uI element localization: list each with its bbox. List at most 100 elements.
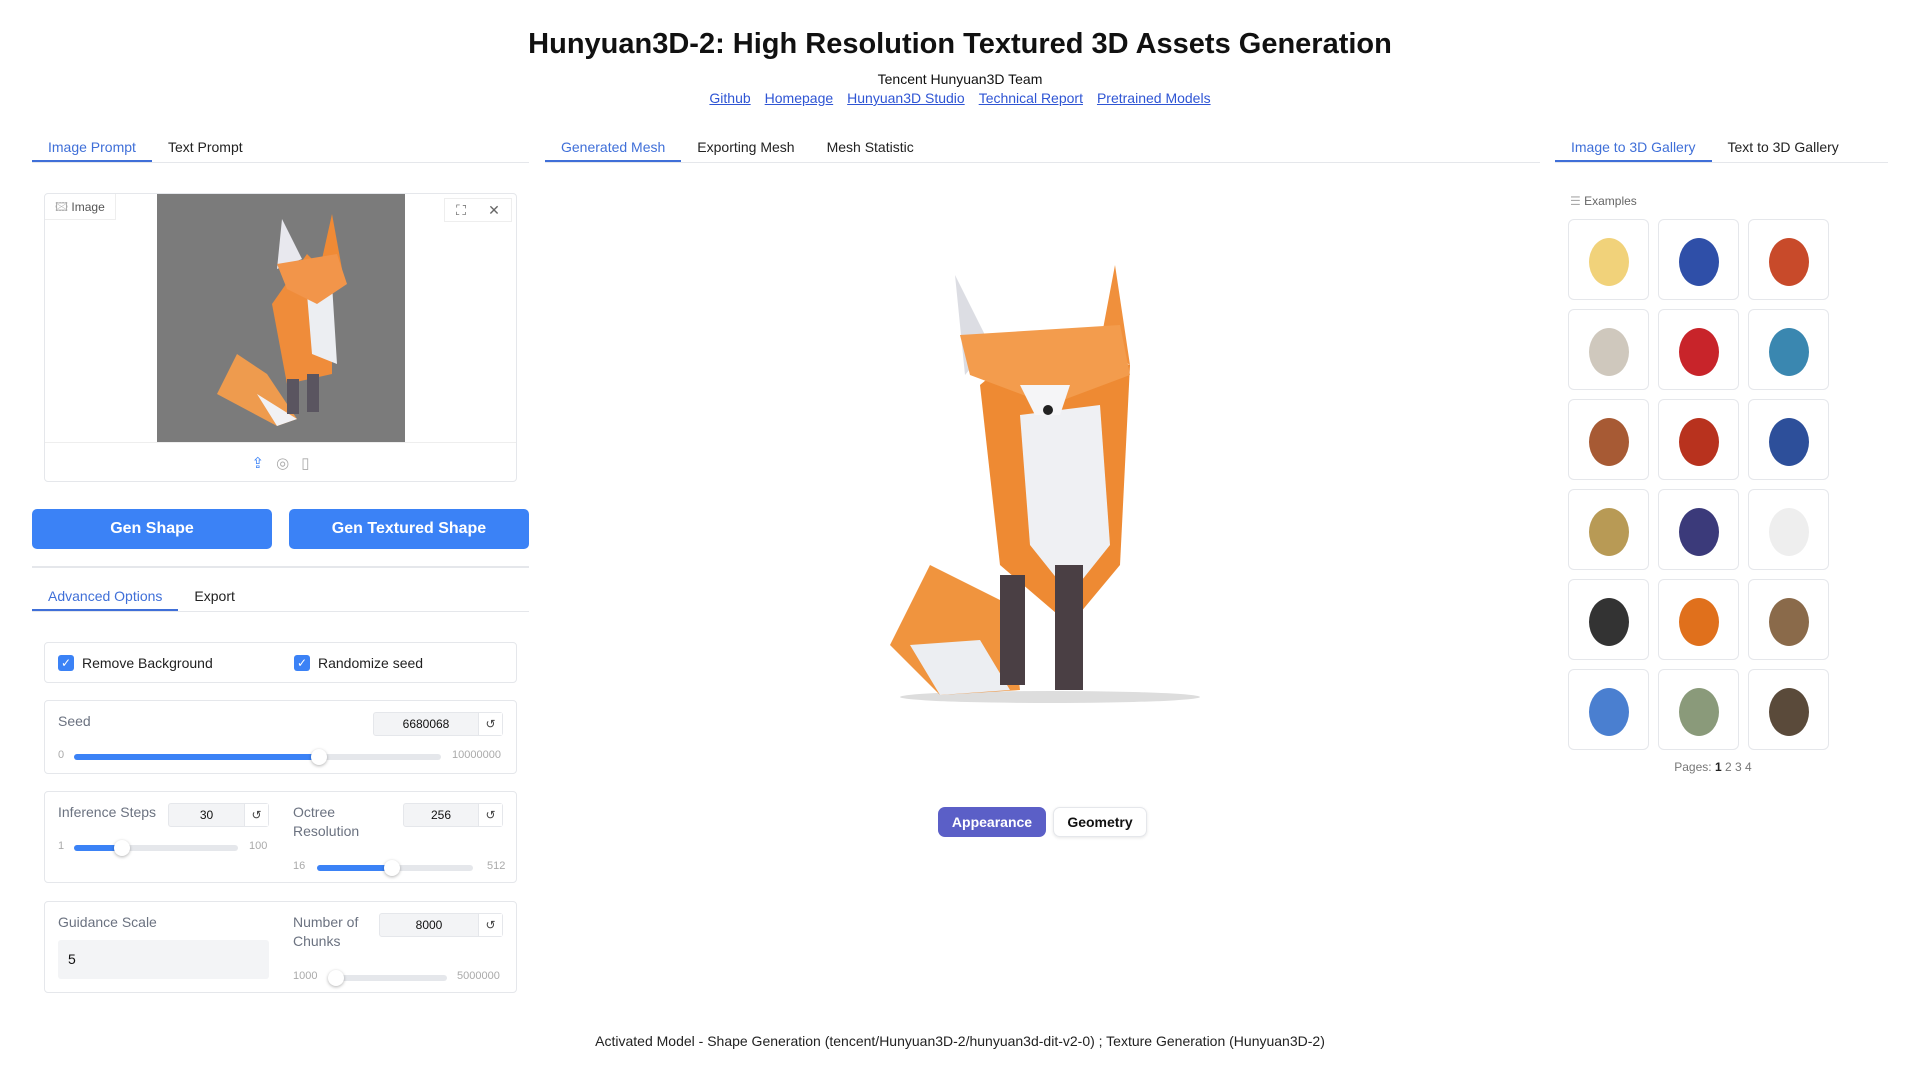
pumpkin-thumbnail [1678, 597, 1719, 646]
witch-hat-thumbnail [1678, 507, 1719, 556]
tab-text-to-3d-gallery[interactable]: Text to 3D Gallery [1712, 133, 1855, 162]
close-icon[interactable]: ✕ [488, 202, 500, 219]
tree-orb-thumbnail [1768, 687, 1809, 736]
chunks-reset-icon[interactable]: ↺ [478, 914, 502, 936]
3d-fox-viewer[interactable] [870, 265, 1230, 710]
webcam-icon[interactable]: ◎ [276, 454, 289, 472]
tab-export[interactable]: Export [178, 582, 250, 611]
horse-thumbnail [1678, 417, 1719, 466]
guidance-scale-label: Guidance Scale [58, 914, 157, 930]
link-pretrained-models[interactable]: Pretrained Models [1097, 90, 1211, 106]
appearance-button[interactable]: Appearance [938, 807, 1046, 837]
example-bust[interactable] [1568, 309, 1649, 390]
slider-fill [317, 865, 392, 871]
inference-steps-label: Inference Steps [58, 804, 157, 820]
lamp-post-thumbnail [1588, 597, 1629, 646]
option-tabs: Advanced Options Export [32, 582, 529, 612]
link-homepage[interactable]: Homepage [765, 90, 834, 106]
example-penguin[interactable] [1568, 219, 1649, 300]
example-stitch[interactable] [1568, 669, 1649, 750]
inference-steps-input[interactable]: 30 ↺ [168, 803, 269, 827]
randomize-seed-label: Randomize seed [318, 655, 424, 671]
checkbox-panel: ✓ Remove Background ✓ Randomize seed [44, 642, 517, 683]
examples-header: ☰ Examples [1570, 194, 1637, 208]
octree-max: 512 [487, 860, 506, 872]
tab-advanced-options[interactable]: Advanced Options [32, 582, 179, 611]
tab-mesh-statistic[interactable]: Mesh Statistic [811, 133, 930, 162]
page-3[interactable]: 3 [1735, 760, 1742, 774]
footer-status: Activated Model - Shape Generation (tenc… [595, 1033, 1325, 1049]
upload-icon[interactable]: ⇪ [252, 454, 265, 472]
dragon-thumbnail [1768, 507, 1809, 556]
octree-resolution-slider[interactable] [317, 860, 473, 876]
bust-thumbnail [1588, 327, 1629, 376]
gen-shape-button[interactable]: Gen Shape [32, 509, 272, 549]
example-train[interactable] [1568, 399, 1649, 480]
revolver-thumbnail [1768, 417, 1809, 466]
octree-label-line1: Octree [293, 804, 336, 820]
staff-thumbnail [1588, 507, 1629, 556]
example-lamp-post[interactable] [1568, 579, 1649, 660]
chunks-input[interactable]: 8000 ↺ [379, 913, 503, 937]
example-revolver[interactable] [1748, 399, 1829, 480]
example-seahorse[interactable] [1748, 309, 1829, 390]
divider [32, 566, 529, 568]
example-pirate[interactable] [1748, 219, 1829, 300]
example-witch-hat[interactable] [1658, 489, 1739, 570]
example-tree-orb[interactable] [1748, 669, 1829, 750]
example-house[interactable] [1658, 219, 1739, 300]
remove-background-checkbox[interactable]: ✓ [58, 655, 74, 671]
mesh-tabs: Generated Mesh Exporting Mesh Mesh Stati… [545, 133, 1540, 163]
octree-reset-icon[interactable]: ↺ [478, 804, 502, 826]
example-pumpkin[interactable] [1658, 579, 1739, 660]
randomize-seed-checkbox[interactable]: ✓ [294, 655, 310, 671]
gen-textured-shape-button[interactable]: Gen Textured Shape [289, 509, 529, 549]
seahorse-thumbnail [1768, 327, 1809, 376]
tab-text-prompt[interactable]: Text Prompt [152, 133, 259, 162]
octree-resolution-input[interactable]: 256 ↺ [403, 803, 503, 827]
page-4[interactable]: 4 [1745, 760, 1752, 774]
slider-thumb[interactable] [328, 970, 345, 986]
example-eagle[interactable] [1748, 579, 1829, 660]
slider-thumb[interactable] [311, 749, 328, 765]
chunks-label-line1: Number of [293, 914, 359, 930]
inference-steps-slider[interactable] [74, 840, 238, 856]
seed-input[interactable]: 6680068 ↺ [373, 712, 503, 736]
example-dragon[interactable] [1748, 489, 1829, 570]
santa-thumbnail [1678, 327, 1719, 376]
page-1[interactable]: 1 [1715, 760, 1722, 774]
link-studio[interactable]: Hunyuan3D Studio [847, 90, 965, 106]
slider-thumb[interactable] [113, 840, 130, 856]
slider-thumb[interactable] [383, 860, 400, 876]
octree-label-line2: Resolution [293, 823, 360, 839]
seed-panel: Seed 6680068 ↺ 0 10000000 [44, 700, 517, 774]
octree-min: 16 [293, 860, 306, 872]
train-thumbnail [1588, 417, 1629, 466]
image-upload[interactable]: 🖾 Image ⛶ ✕ ⇪ ◎ ▯ [44, 193, 517, 482]
steps-octree-panel: Inference Steps 30 ↺ 1 100 Octree Resolut… [44, 791, 517, 883]
seed-reset-icon[interactable]: ↺ [478, 713, 502, 735]
tab-image-prompt[interactable]: Image Prompt [32, 133, 152, 162]
link-github[interactable]: Github [709, 90, 750, 106]
chunks-slider[interactable] [328, 970, 447, 986]
link-technical-report[interactable]: Technical Report [979, 90, 1083, 106]
example-santa[interactable] [1658, 309, 1739, 390]
clipboard-icon[interactable]: ▯ [301, 454, 309, 472]
castle-thumbnail [1678, 687, 1719, 736]
fox-input-image [157, 194, 405, 442]
tab-exporting-mesh[interactable]: Exporting Mesh [681, 133, 810, 162]
page-2[interactable]: 2 [1725, 760, 1732, 774]
geometry-button[interactable]: Geometry [1053, 807, 1147, 837]
prompt-tabs: Image Prompt Text Prompt [32, 133, 529, 163]
seed-slider[interactable] [74, 749, 441, 765]
example-castle[interactable] [1658, 669, 1739, 750]
chunks-max: 5000000 [457, 970, 500, 982]
chunks-min: 1000 [293, 970, 318, 982]
tab-image-to-3d-gallery[interactable]: Image to 3D Gallery [1555, 133, 1712, 162]
example-horse[interactable] [1658, 399, 1739, 480]
tab-generated-mesh[interactable]: Generated Mesh [545, 133, 682, 162]
steps-reset-icon[interactable]: ↺ [244, 804, 268, 826]
example-staff[interactable] [1568, 489, 1649, 570]
fullscreen-icon[interactable]: ⛶ [456, 202, 466, 219]
guidance-scale-input[interactable]: 5 [58, 940, 269, 979]
